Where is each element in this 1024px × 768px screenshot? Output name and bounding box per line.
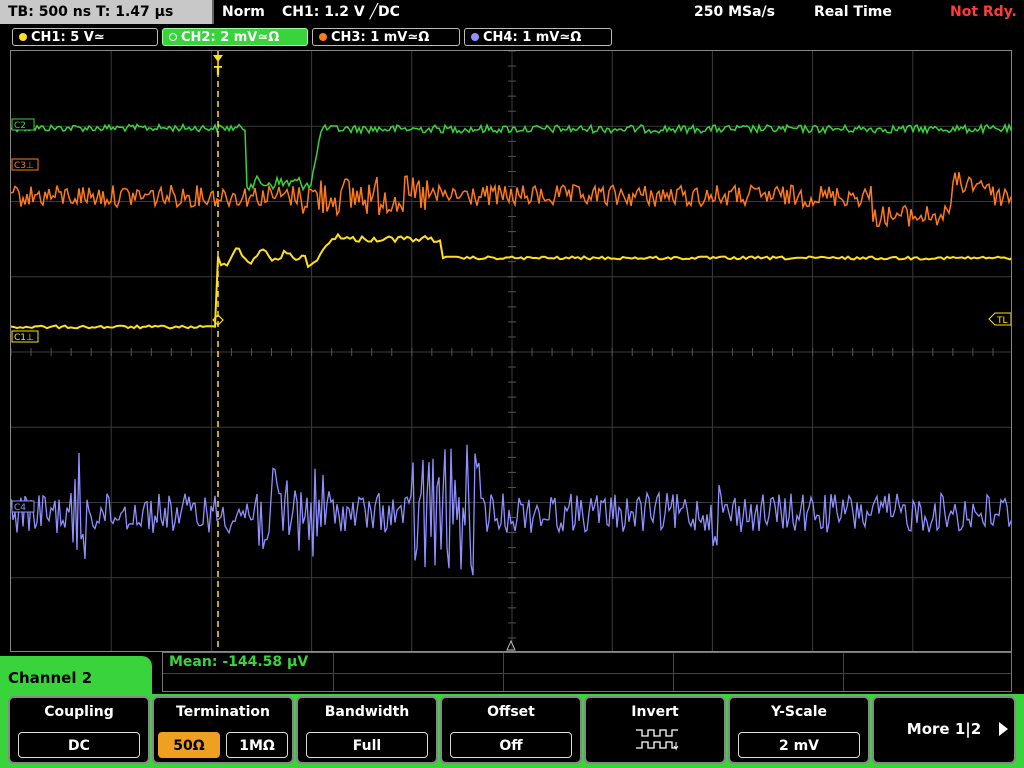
termination-title: Termination (176, 704, 270, 720)
status-bar: TB: 500 ns T: 1.47 µs Norm CH1: 1.2 V ╱D… (0, 0, 1024, 26)
offset-value[interactable]: Off (450, 732, 572, 758)
termination-1mohm-option[interactable]: 1MΩ (226, 732, 288, 758)
waveform-traces: T C2 C3⊥ C1⊥ C4 TL (11, 51, 1011, 651)
ch3-color-dot (319, 33, 327, 41)
tab-ch3[interactable]: CH3: 1 mV≃Ω (312, 28, 460, 46)
ch1-color-dot (19, 33, 27, 41)
waveform-display[interactable]: T C2 C3⊥ C1⊥ C4 TL (10, 50, 1012, 652)
c3-marker-label: C3⊥ (14, 161, 34, 171)
measurement-column-sep (843, 653, 844, 691)
coupling-title: Coupling (44, 704, 114, 720)
c2-offset-marker[interactable]: C2 (11, 118, 35, 131)
c4-marker-label: C4 (14, 503, 26, 513)
c3-offset-marker[interactable]: C3⊥ (11, 158, 39, 171)
y-scale-softkey[interactable]: Y-Scale 2 mV (728, 696, 870, 764)
timebase-readout[interactable]: TB: 500 ns T: 1.47 µs (0, 0, 214, 24)
yscale-title: Y-Scale (770, 704, 827, 720)
softkey-bar: Coupling DC Termination 50Ω 1MΩ Bandwidt… (0, 694, 1024, 768)
measurement-bar[interactable]: Mean: -144.58 µV (162, 652, 1012, 692)
termination-softkey[interactable]: Termination 50Ω 1MΩ (152, 696, 294, 764)
channel-tabs: CH1: 5 V≃ CH2: 2 mV≃Ω CH3: 1 mV≃Ω CH4: 1… (0, 26, 1024, 48)
trigger-source[interactable]: CH1: 1.2 V ╱DC (282, 0, 400, 24)
tab-ch2[interactable]: CH2: 2 mV≃Ω (162, 28, 308, 46)
invert-waveform-icon (636, 729, 679, 751)
c4-offset-marker[interactable]: C4 (11, 500, 35, 513)
ch4-color-dot (471, 33, 479, 41)
tab-ch1[interactable]: CH1: 5 V≃ (12, 28, 158, 46)
acquisition-mode: Real Time (814, 4, 892, 20)
tab-ch3-label: CH3: 1 mV≃Ω (331, 30, 430, 45)
c1-offset-marker[interactable]: C1⊥ (11, 330, 39, 343)
c1-marker-label: C1⊥ (14, 333, 34, 343)
invert-title: Invert (631, 704, 679, 720)
bandwidth-title: Bandwidth (324, 704, 410, 720)
tab-ch1-label: CH1: 5 V≃ (31, 30, 105, 45)
trigger-level-label: TL (996, 316, 1008, 326)
offset-title: Offset (487, 704, 535, 720)
bandwidth-softkey[interactable]: Bandwidth Full (296, 696, 438, 764)
more-label: More 1|2 (906, 720, 982, 738)
bandwidth-value[interactable]: Full (306, 732, 428, 758)
ch2-trace (11, 122, 1011, 192)
ch3-trace (11, 172, 1011, 228)
measurement-column-sep (333, 653, 334, 691)
trigger-state: Not Rdy. (950, 4, 1017, 20)
ch1-trace (11, 232, 1011, 330)
measurement-column-sep (503, 653, 504, 691)
trigger-mode[interactable]: Norm (222, 0, 265, 24)
c2-marker-label: C2 (14, 121, 26, 131)
ch2-color-dot (169, 33, 177, 41)
more-softkey[interactable]: More 1|2 (872, 696, 1016, 764)
tab-ch4-label: CH4: 1 mV≃Ω (483, 30, 582, 45)
mean-measurement: Mean: -144.58 µV (169, 654, 309, 670)
coupling-softkey[interactable]: Coupling DC (8, 696, 150, 764)
measurement-column-sep (673, 653, 674, 691)
measurement-divider (163, 673, 1011, 674)
tab-ch2-label: CH2: 2 mV≃Ω (181, 30, 280, 45)
ch4-trace (11, 444, 1011, 576)
trigger-pos-label: T (214, 64, 223, 78)
trigger-level-marker[interactable]: TL (988, 312, 1011, 326)
invert-softkey[interactable]: Invert (584, 696, 726, 764)
sample-rate: 250 MSa/s (694, 4, 776, 20)
termination-50ohm-option[interactable]: 50Ω (158, 732, 220, 758)
coupling-value[interactable]: DC (18, 732, 140, 758)
horizontal-center-marker (506, 639, 516, 651)
right-arrow-icon (999, 722, 1008, 736)
yscale-value[interactable]: 2 mV (738, 732, 860, 758)
offset-softkey[interactable]: Offset Off (440, 696, 582, 764)
trigger-position-marker[interactable]: T (213, 55, 223, 78)
tab-ch4[interactable]: CH4: 1 mV≃Ω (464, 28, 612, 46)
